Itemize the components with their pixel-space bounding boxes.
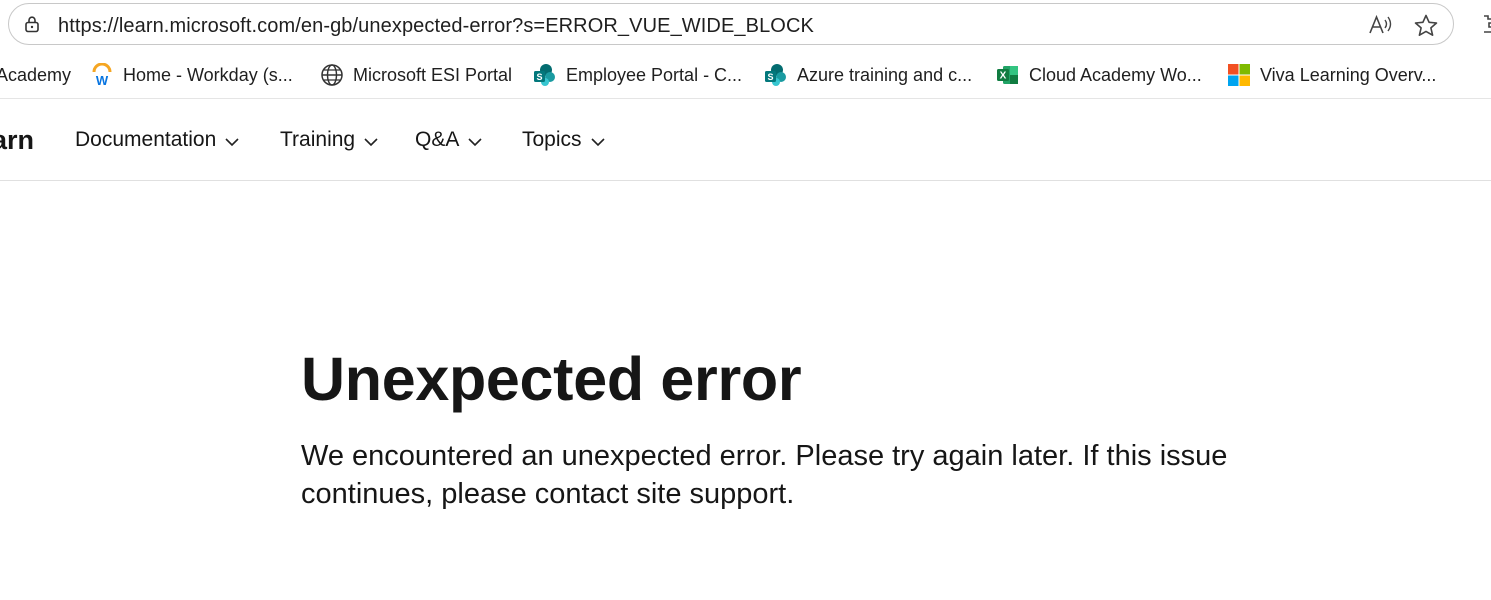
favorite-label: Employee Portal - C...: [566, 64, 743, 85]
favorite-label: Academy: [0, 64, 72, 85]
favorite-label: Cloud Academy Wo...: [1029, 64, 1202, 85]
star-icon[interactable]: [1413, 13, 1439, 39]
address-url[interactable]: https://learn.microsoft.com/en-gb/unexpe…: [58, 15, 814, 38]
chevron-down-icon: [468, 137, 482, 146]
svg-text:W: W: [96, 73, 109, 87]
workday-icon: W: [92, 63, 112, 87]
site-header: arn Documentation Training Q&A Topics: [0, 99, 1491, 181]
address-bar[interactable]: https://learn.microsoft.com/en-gb/unexpe…: [8, 3, 1454, 45]
read-aloud-icon[interactable]: [1367, 13, 1393, 37]
favorite-workday[interactable]: W Home - Workday (s...: [90, 62, 293, 88]
favorite-viva-learning[interactable]: Viva Learning Overv...: [1227, 62, 1436, 88]
favorite-label: Azure training and c...: [797, 64, 973, 85]
favorite-cloud-academy[interactable]: X Cloud Academy Wo...: [996, 62, 1202, 88]
svg-text:S: S: [536, 72, 542, 82]
nav-documentation[interactable]: Documentation: [75, 128, 239, 152]
nav-training[interactable]: Training: [280, 128, 378, 152]
favorite-label: Microsoft ESI Portal: [353, 64, 513, 85]
svg-text:X: X: [1000, 71, 1007, 82]
brand-logo-text[interactable]: arn: [0, 125, 34, 156]
sharepoint-icon: S: [534, 64, 555, 86]
error-message: We encountered an unexpected error. Plea…: [301, 440, 1228, 510]
favorites-bar: Academy W Home - Workday (s... Microsoft…: [0, 52, 1491, 98]
microsoft-icon: [1228, 64, 1250, 86]
chevron-down-icon: [364, 137, 378, 146]
page-title: Unexpected error: [301, 345, 802, 413]
globe-icon: [321, 64, 343, 86]
nav-topics[interactable]: Topics: [522, 128, 605, 152]
excel-icon: X: [997, 66, 1018, 84]
nav-label: Q&A: [415, 128, 460, 151]
nav-label: Training: [280, 128, 356, 151]
favorite-label: Home - Workday (s...: [123, 64, 293, 85]
lock-icon[interactable]: [23, 15, 41, 33]
chevron-down-icon: [225, 137, 239, 146]
favorite-label: Viva Learning Overv...: [1260, 64, 1437, 85]
nav-label: Topics: [522, 128, 582, 151]
extensions-icon[interactable]: [1476, 12, 1491, 36]
favorite-academy[interactable]: Academy: [0, 62, 71, 88]
favorite-employee-portal[interactable]: S Employee Portal - C...: [533, 62, 742, 88]
sharepoint-icon: S: [765, 64, 786, 86]
favorite-esi-portal[interactable]: Microsoft ESI Portal: [320, 62, 512, 88]
svg-text:S: S: [767, 72, 773, 82]
nav-label: Documentation: [75, 128, 217, 151]
browser-toolbar: https://learn.microsoft.com/en-gb/unexpe…: [0, 0, 1491, 52]
favorite-azure-training[interactable]: S Azure training and c...: [764, 62, 972, 88]
chevron-down-icon: [590, 137, 605, 146]
nav-qna[interactable]: Q&A: [415, 128, 482, 152]
